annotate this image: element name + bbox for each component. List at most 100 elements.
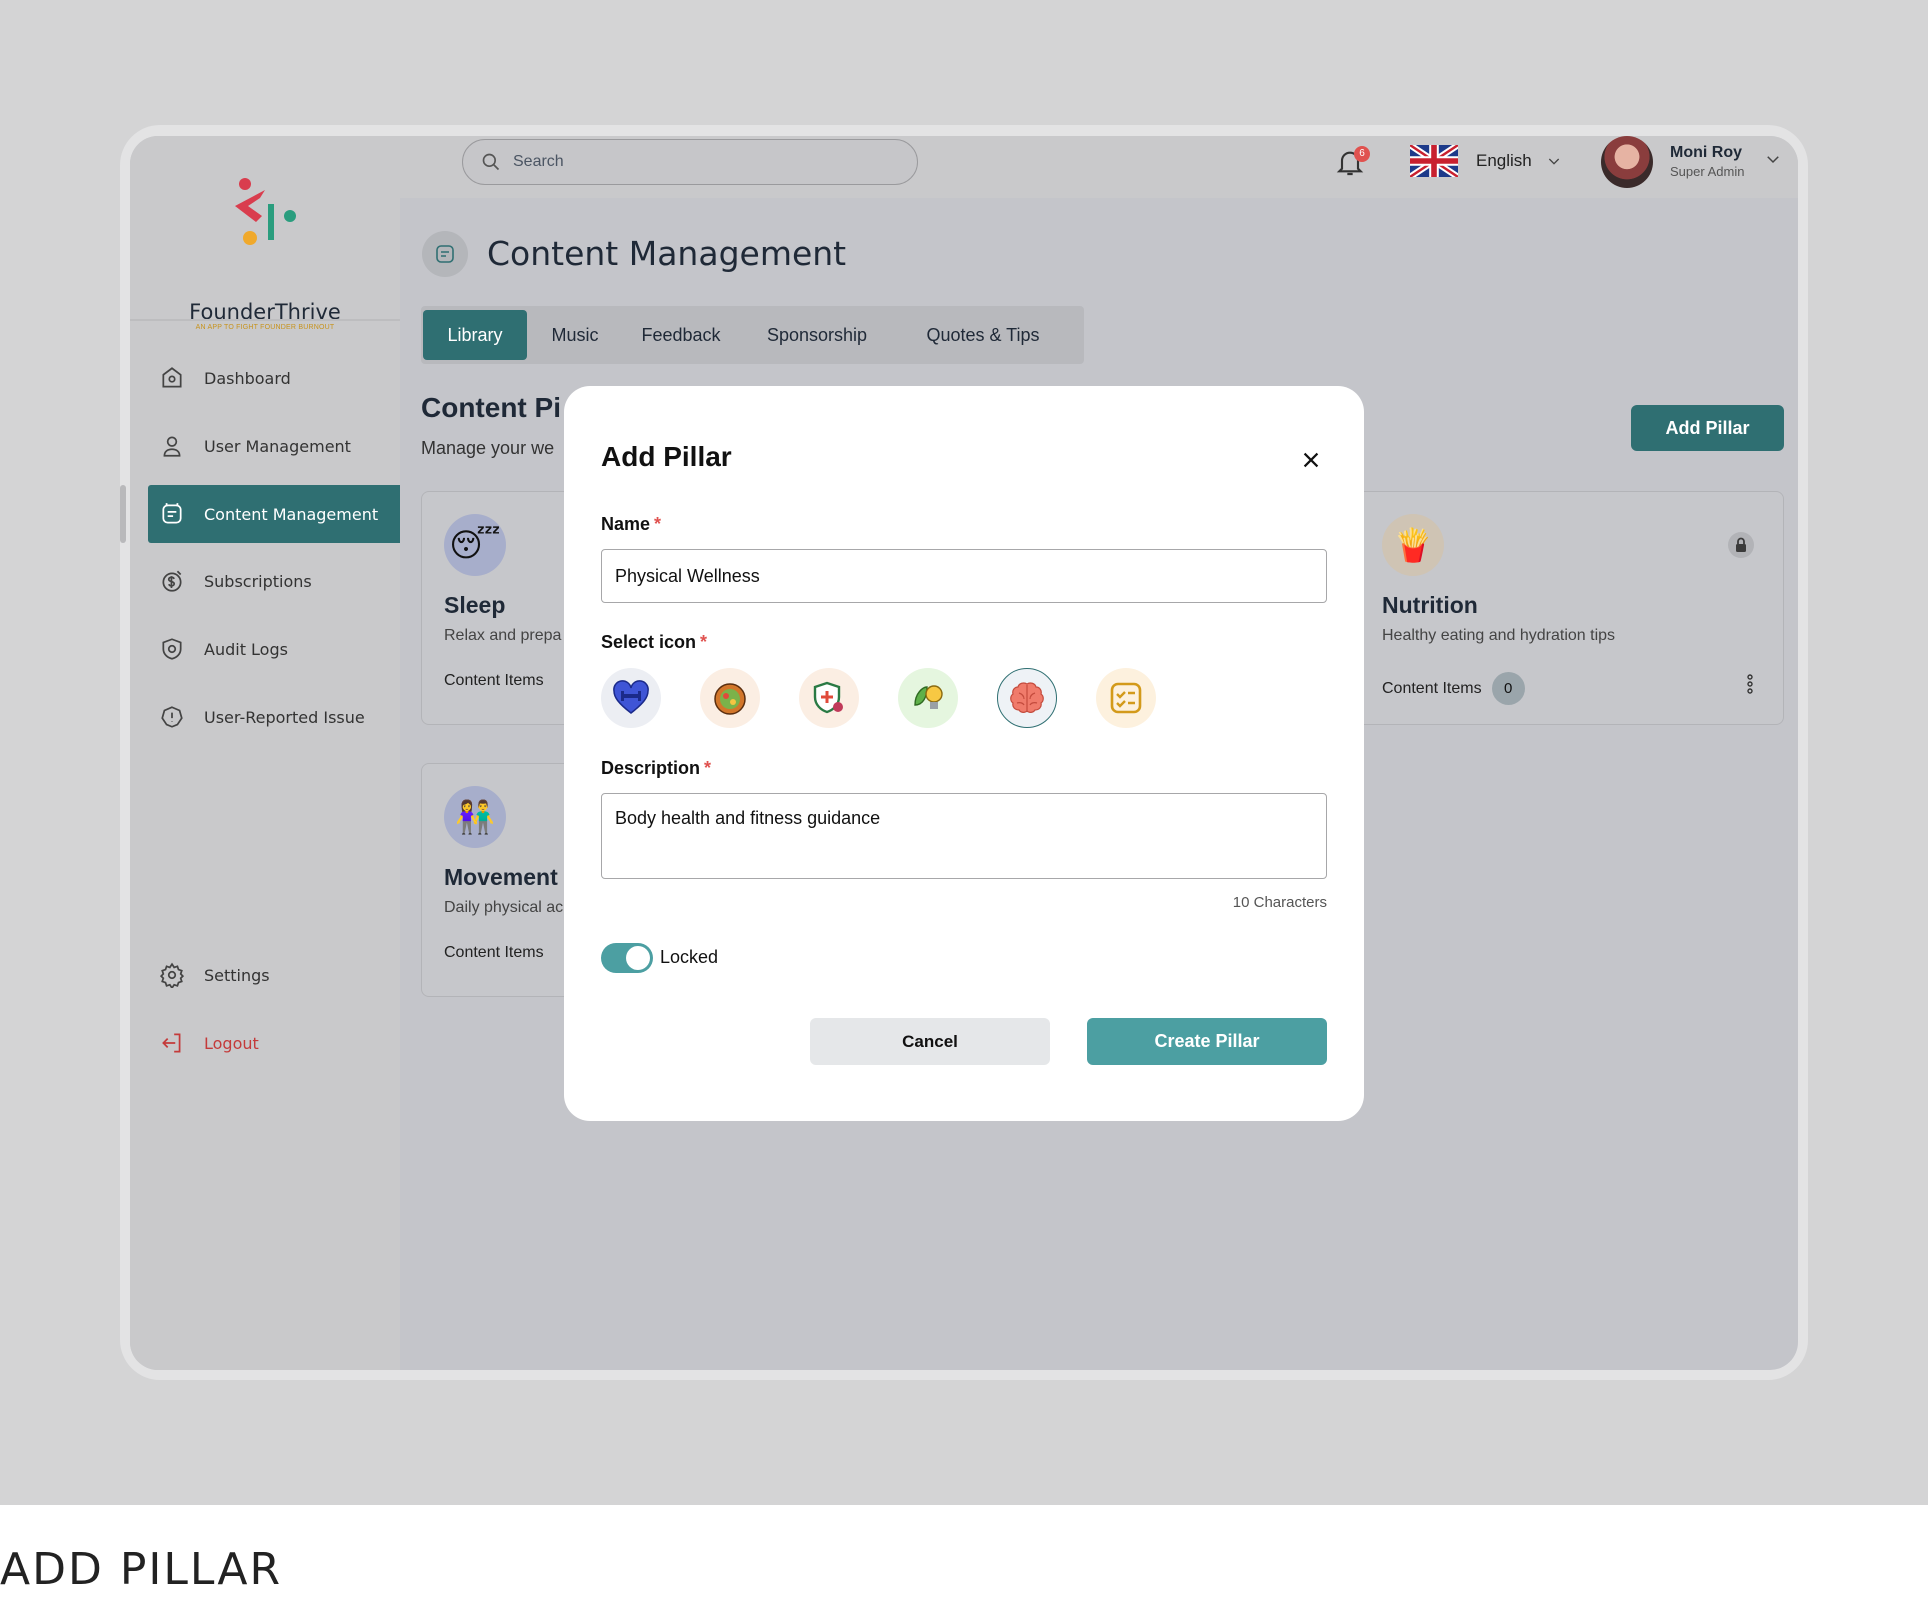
movement-icon: 👫 — [444, 786, 506, 848]
add-pillar-button[interactable]: Add Pillar — [1631, 405, 1784, 451]
toggle-knob — [626, 946, 650, 970]
name-field[interactable]: Physical Wellness — [601, 549, 1327, 603]
notification-badge: 6 — [1354, 146, 1370, 162]
locked-toggle[interactable] — [601, 943, 653, 973]
add-pillar-modal: Add Pillar Name * Physical Wellness Selec… — [564, 386, 1364, 1121]
description-label-text: Description — [601, 758, 701, 778]
name-label: Name * — [601, 514, 661, 535]
character-count: 10 Characters — [1232, 894, 1327, 911]
card-description: Daily physical ac — [444, 899, 564, 916]
pillar-card-nutrition[interactable]: 🍟 Nutrition Healthy eating and hydration… — [1360, 491, 1784, 725]
required-marker: * — [654, 514, 662, 534]
sidebar-item-content-management[interactable]: Content Management — [148, 485, 400, 543]
card-title: Sleep — [444, 592, 506, 618]
sidebar-item-logout[interactable]: Logout — [148, 1014, 400, 1072]
language-label: English — [1476, 151, 1532, 170]
card-content-items: Content Items — [444, 944, 544, 962]
sidebar-item-user-reported-issue[interactable]: User-Reported Issue — [148, 688, 400, 746]
section-title: Content Pi — [421, 392, 561, 423]
screen-caption: ADD PILLAR — [0, 1544, 283, 1595]
top-bar: Search 6 English Moni Roy Super Admin — [400, 136, 1798, 198]
brand-tagline: AN APP TO FIGHT FOUNDER BURNOUT — [195, 324, 335, 331]
required-marker: * — [704, 758, 712, 778]
sidebar-item-user-management[interactable]: User Management — [148, 417, 400, 475]
sidebar-item-label: User Management — [204, 436, 351, 456]
sidebar-divider — [130, 319, 400, 321]
logout-icon — [158, 1029, 186, 1057]
icon-label-text: Select icon — [601, 632, 697, 652]
lock-icon — [1728, 532, 1754, 558]
tab-bar: Library Music Feedback Sponsorship Quote… — [421, 306, 1084, 364]
sidebar-item-label: Logout — [204, 1033, 259, 1053]
leaf-bulb-icon[interactable] — [898, 668, 958, 728]
caption-band — [0, 1505, 1928, 1599]
content-items-label: Content Items — [444, 944, 544, 961]
card-description: Relax and prepa — [444, 627, 562, 644]
sidebar-item-label: User-Reported Issue — [204, 707, 365, 727]
sleep-icon: 😴 — [444, 514, 506, 576]
dollar-icon — [158, 567, 186, 595]
sidebar-item-label: Subscriptions — [204, 571, 312, 591]
content-items-count: 0 — [1491, 672, 1525, 705]
sidebar-item-label: Audit Logs — [204, 639, 288, 659]
sidebar-item-settings[interactable]: Settings — [148, 946, 400, 1004]
page-title: Content Management — [487, 234, 847, 273]
content-items-label: Content Items — [1382, 679, 1482, 697]
chevron-down-icon[interactable] — [1764, 150, 1782, 168]
card-title: Movement — [444, 864, 558, 890]
card-description: Healthy eating and hydration tips — [1382, 627, 1616, 644]
sidebar-item-label: Settings — [204, 965, 270, 985]
brain-icon[interactable] — [997, 668, 1057, 728]
cancel-button[interactable]: Cancel — [810, 1018, 1050, 1065]
fries-icon: 🍟 — [1382, 514, 1444, 576]
more-vertical-icon[interactable] — [1744, 672, 1756, 696]
search-input[interactable]: Search — [462, 139, 918, 185]
content-items-label: Content Items — [444, 672, 544, 689]
tab-quotes-tips[interactable]: Quotes & Tips — [893, 310, 1073, 360]
user-role: Super Admin — [1670, 164, 1745, 179]
founderthrive-logo-icon — [235, 178, 296, 245]
shield-icon — [158, 635, 186, 663]
sidebar-item-label: Dashboard — [204, 368, 291, 388]
card-title: Nutrition — [1382, 592, 1478, 618]
description-field[interactable]: Body health and fitness guidance — [601, 793, 1327, 879]
health-shield-icon[interactable] — [799, 668, 859, 728]
section-subtitle: Manage your we — [421, 438, 555, 458]
search-placeholder: Search — [513, 153, 564, 170]
description-label: Description * — [601, 758, 711, 779]
food-bowl-icon[interactable] — [700, 668, 760, 728]
close-icon[interactable] — [1297, 446, 1325, 474]
brand-logo: FounderThrive AN APP TO FIGHT FOUNDER BU… — [130, 176, 400, 331]
card-content-items: Content Items 0 — [1382, 672, 1525, 705]
sidebar: FounderThrive AN APP TO FIGHT FOUNDER BU… — [130, 136, 400, 1370]
tab-music[interactable]: Music — [535, 310, 615, 360]
search-icon — [482, 153, 500, 171]
required-marker: * — [700, 632, 708, 652]
checklist-icon[interactable] — [1096, 668, 1156, 728]
sidebar-item-audit-logs[interactable]: Audit Logs — [148, 620, 400, 678]
scrollbar[interactable] — [120, 485, 126, 543]
modal-title: Add Pillar — [601, 441, 732, 472]
icon-label: Select icon * — [601, 632, 707, 653]
name-label-text: Name — [601, 514, 651, 534]
locked-label: Locked — [660, 947, 719, 967]
sidebar-item-subscriptions[interactable]: Subscriptions — [148, 552, 400, 610]
card-content-items: Content Items — [444, 672, 544, 690]
tab-feedback[interactable]: Feedback — [621, 310, 741, 360]
user-icon — [158, 432, 186, 460]
language-select[interactable]: English — [1476, 151, 1562, 171]
content-icon — [422, 231, 468, 277]
user-name: Moni Roy — [1670, 144, 1742, 161]
avatar[interactable] — [1601, 136, 1653, 188]
sidebar-item-label: Content Management — [204, 504, 379, 524]
create-pillar-button[interactable]: Create Pillar — [1087, 1018, 1327, 1065]
tab-sponsorship[interactable]: Sponsorship — [747, 310, 887, 360]
gear-icon — [158, 961, 186, 989]
sidebar-item-dashboard[interactable]: Dashboard — [148, 349, 400, 407]
chevron-down-icon — [1548, 158, 1559, 165]
home-icon — [158, 364, 186, 392]
uk-flag-icon[interactable] — [1410, 145, 1458, 177]
content-icon — [158, 500, 186, 528]
tab-library[interactable]: Library — [423, 310, 527, 360]
heart-dumbbell-icon[interactable] — [601, 668, 661, 728]
